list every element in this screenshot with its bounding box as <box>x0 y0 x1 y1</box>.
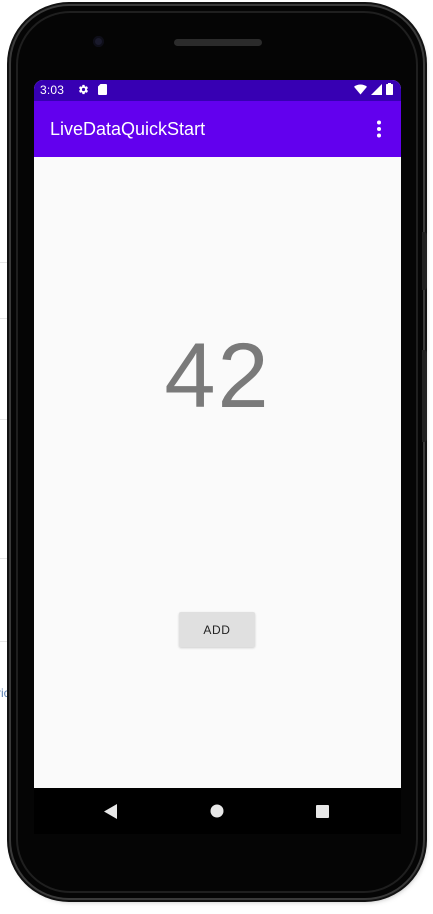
front-camera <box>93 36 104 47</box>
device-screen: 3:03 LiveDataQuickStart 42 ADD <box>34 80 401 788</box>
volume-button <box>422 232 427 290</box>
wifi-icon <box>354 82 367 100</box>
battery-icon <box>386 82 393 100</box>
counter-value: 42 <box>164 325 271 427</box>
status-time: 3:03 <box>40 83 65 97</box>
back-icon <box>104 803 117 819</box>
recents-icon <box>315 804 329 818</box>
system-status-icons <box>354 82 393 100</box>
back-button[interactable] <box>101 801 121 821</box>
add-button[interactable]: ADD <box>179 612 255 647</box>
status-bar: 3:03 <box>34 80 401 101</box>
app-title: LiveDataQuickStart <box>50 119 206 139</box>
phone-frame: 3:03 LiveDataQuickStart 42 ADD <box>11 6 427 898</box>
signal-icon <box>371 82 382 100</box>
power-button <box>422 350 427 442</box>
navigation-bar <box>34 788 401 834</box>
more-options-button[interactable] <box>367 117 391 141</box>
recents-button[interactable] <box>312 801 332 821</box>
home-button[interactable] <box>207 801 227 821</box>
sd-card-icon <box>98 82 107 100</box>
background-page-text: ric <box>0 686 10 700</box>
notification-icons <box>78 83 107 98</box>
settings-icon <box>78 82 89 100</box>
more-vert-icon <box>377 120 381 138</box>
earpiece-speaker <box>174 39 262 46</box>
app-toolbar: LiveDataQuickStart <box>34 101 401 157</box>
home-icon <box>210 804 224 818</box>
